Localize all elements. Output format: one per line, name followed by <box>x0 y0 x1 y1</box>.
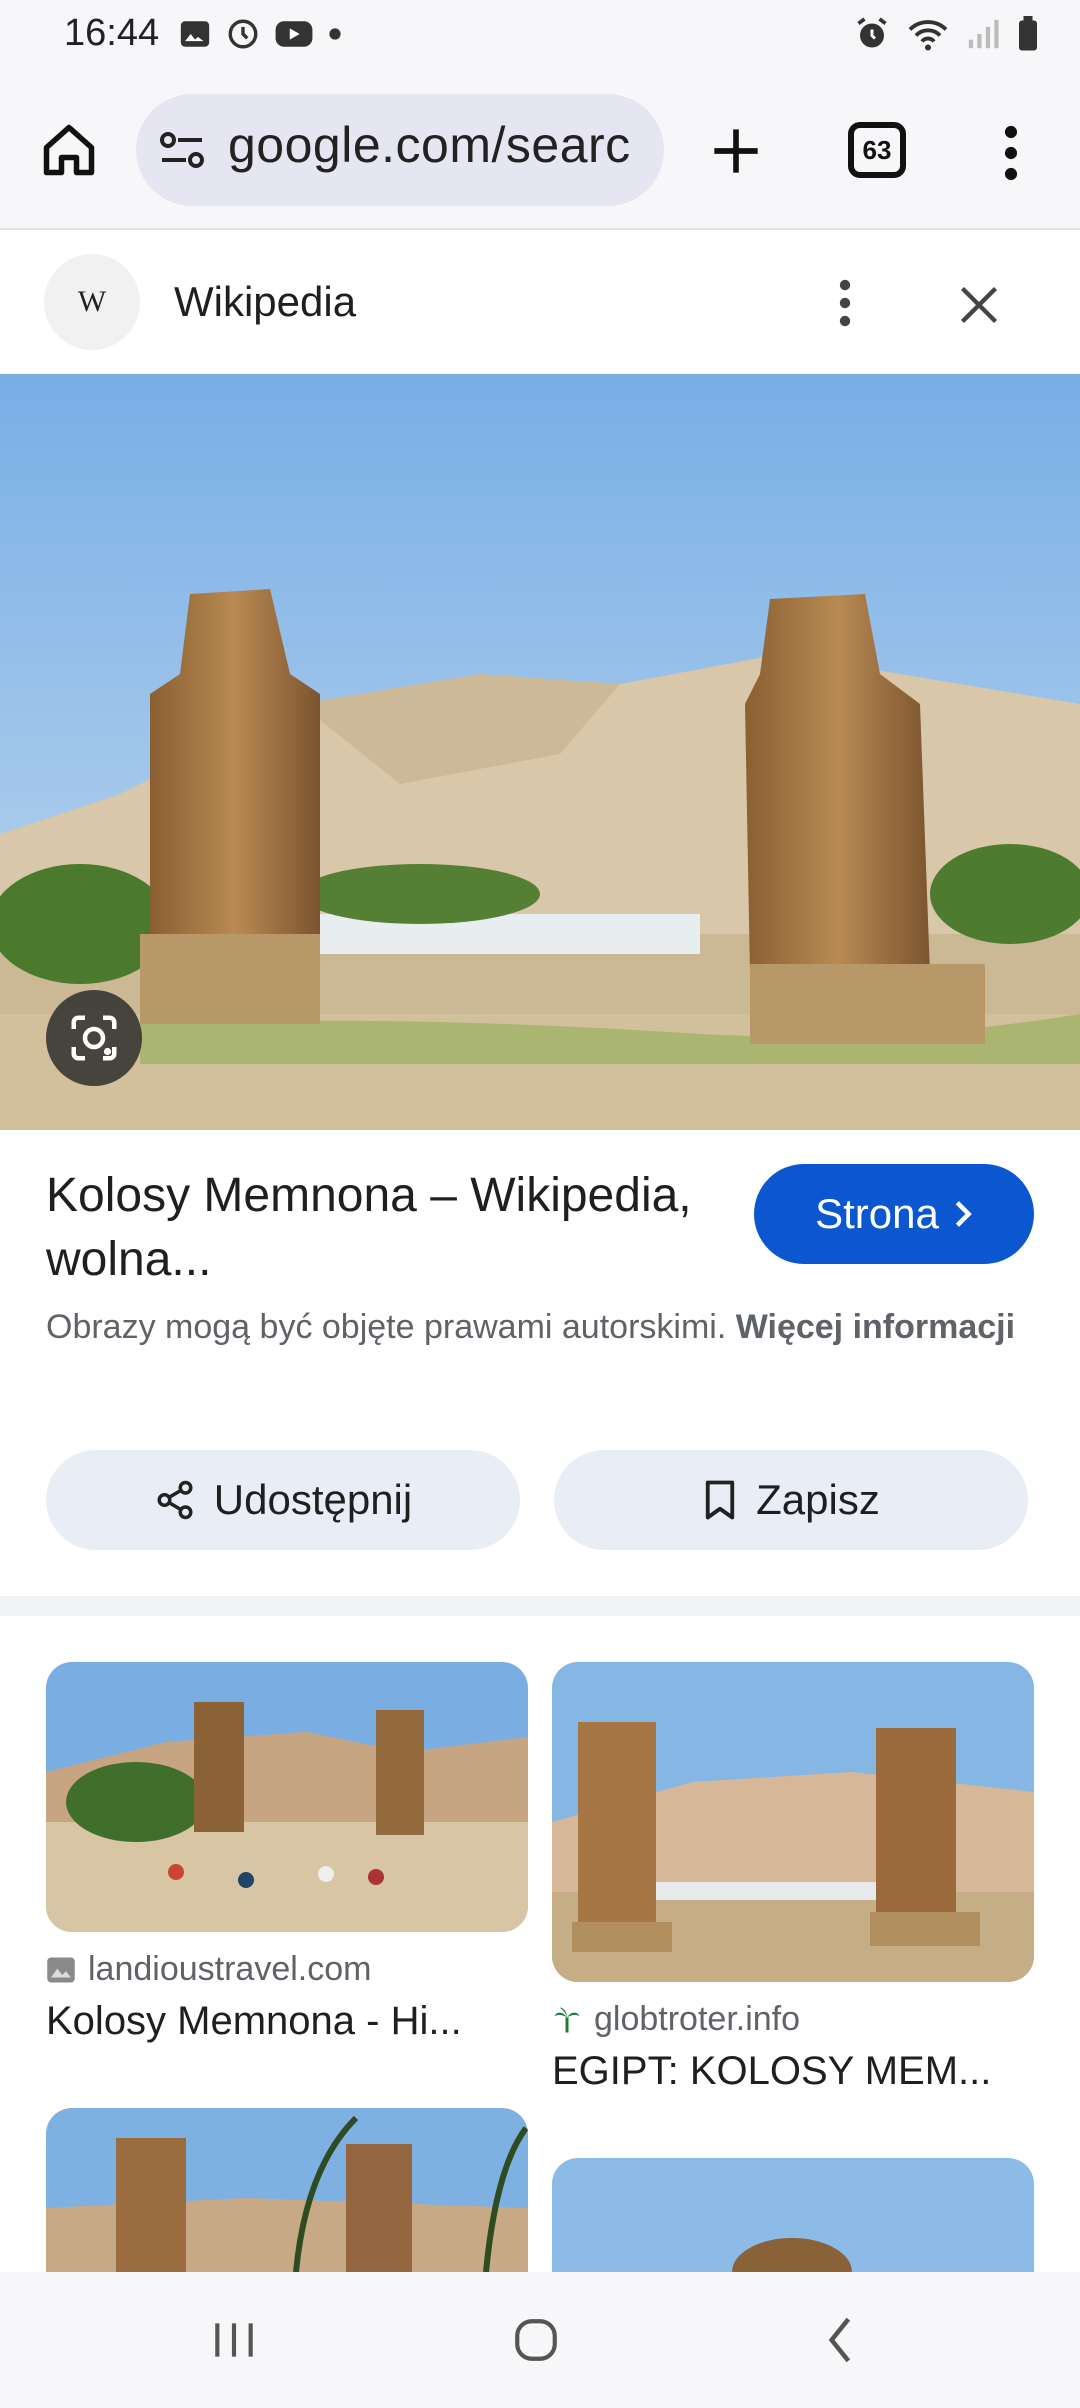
wifi-icon <box>908 20 948 51</box>
share-icon <box>157 1480 193 1520</box>
save-label: Zapisz <box>756 1476 880 1523</box>
tab-switcher-button[interactable]: 63 <box>848 122 906 178</box>
alarm-icon <box>857 17 887 48</box>
system-nav-bar <box>0 2272 1080 2408</box>
status-bar: 16:44 <box>0 0 1080 70</box>
related-photo <box>46 1662 528 1932</box>
share-button[interactable]: Udostępnij <box>46 1450 520 1550</box>
copyright-notice: Obrazy mogą być objęte prawami autorskim… <box>46 1302 1046 1352</box>
dot-icon <box>329 28 341 40</box>
clock-icon <box>228 19 258 49</box>
related-source-label: globtroter.info <box>594 2000 801 2038</box>
browser-menu-button[interactable] <box>986 118 1036 188</box>
related-title[interactable]: Kolosy Memnona - Hi... <box>46 1999 528 2044</box>
visit-page-label: Strona <box>815 1190 939 1237</box>
chevron-right-icon <box>955 1201 972 1227</box>
more-vert-icon <box>1004 125 1018 181</box>
share-label: Udostępnij <box>213 1476 413 1523</box>
panel-close-button[interactable] <box>946 272 1012 338</box>
browser-toolbar: google.com/searc 63 <box>0 70 1080 230</box>
back-button[interactable] <box>800 2308 880 2372</box>
recent-apps-icon <box>215 2323 253 2357</box>
tab-count: 63 <box>862 134 892 165</box>
related-thumbnail[interactable] <box>552 1662 1034 1982</box>
related-card[interactable] <box>46 2108 528 2272</box>
plus-icon <box>714 129 758 173</box>
image-icon <box>180 21 210 47</box>
battery-icon <box>1019 16 1037 51</box>
youtube-icon <box>275 21 313 47</box>
recent-apps-button[interactable] <box>194 2308 274 2372</box>
section-divider <box>0 1596 1080 1616</box>
site-settings-icon[interactable] <box>158 128 206 172</box>
new-tab-button[interactable] <box>700 115 772 187</box>
home-button[interactable] <box>34 115 104 185</box>
copyright-text: Obrazy mogą być objęte prawami autorskim… <box>46 1308 727 1346</box>
url-text: google.com/searc <box>228 117 631 173</box>
site-favicon-icon <box>47 1957 75 1982</box>
related-source: globtroter.info <box>552 2000 1034 2039</box>
panel-source[interactable]: Wikipedia <box>174 278 356 326</box>
image-panel-header: W Wikipedia <box>0 232 1080 374</box>
status-time: 16:44 <box>64 12 160 54</box>
wikipedia-logo: W <box>44 254 140 350</box>
related-photo <box>552 1662 1034 1982</box>
related-thumbnail[interactable] <box>46 2108 528 2272</box>
result-title[interactable]: Kolosy Memnona – Wikipedia, wolna... <box>46 1164 706 1292</box>
related-card[interactable]: landioustravel.com Kolosy Memnona - Hi..… <box>46 1662 528 2044</box>
related-title[interactable]: EGIPT: KOLOSY MEM... <box>552 2049 1034 2094</box>
home-nav-icon <box>515 2319 557 2361</box>
related-thumbnail[interactable] <box>552 2158 1034 2272</box>
related-card[interactable] <box>552 2158 1034 2272</box>
more-info-link[interactable]: Więcej informacji <box>736 1308 1015 1346</box>
related-card[interactable]: globtroter.info EGIPT: KOLOSY MEM... <box>552 1662 1034 2094</box>
related-source-label: landioustravel.com <box>88 1950 372 1988</box>
related-thumbnail[interactable] <box>46 1662 528 1932</box>
more-vert-icon <box>839 279 851 327</box>
close-icon <box>960 286 998 324</box>
back-icon <box>828 2317 851 2363</box>
related-source: landioustravel.com <box>46 1950 528 1989</box>
hero-image[interactable] <box>0 374 1080 1130</box>
palm-favicon-icon <box>554 2007 580 2032</box>
home-icon <box>43 124 95 176</box>
visit-page-button[interactable]: Strona <box>754 1164 1034 1264</box>
bookmark-icon <box>705 1480 735 1520</box>
save-button[interactable]: Zapisz <box>554 1450 1028 1550</box>
home-nav-button[interactable] <box>496 2308 576 2372</box>
wikipedia-logo-letter: W <box>77 285 107 318</box>
colossi-photo <box>0 374 1080 1130</box>
url-bar[interactable]: google.com/searc <box>136 94 664 206</box>
lens-icon <box>71 1015 117 1061</box>
panel-more-button[interactable] <box>820 268 870 338</box>
related-photo <box>46 2108 528 2272</box>
google-lens-button[interactable] <box>46 990 142 1086</box>
related-photo <box>552 2158 1034 2272</box>
signal-icon <box>968 19 999 49</box>
